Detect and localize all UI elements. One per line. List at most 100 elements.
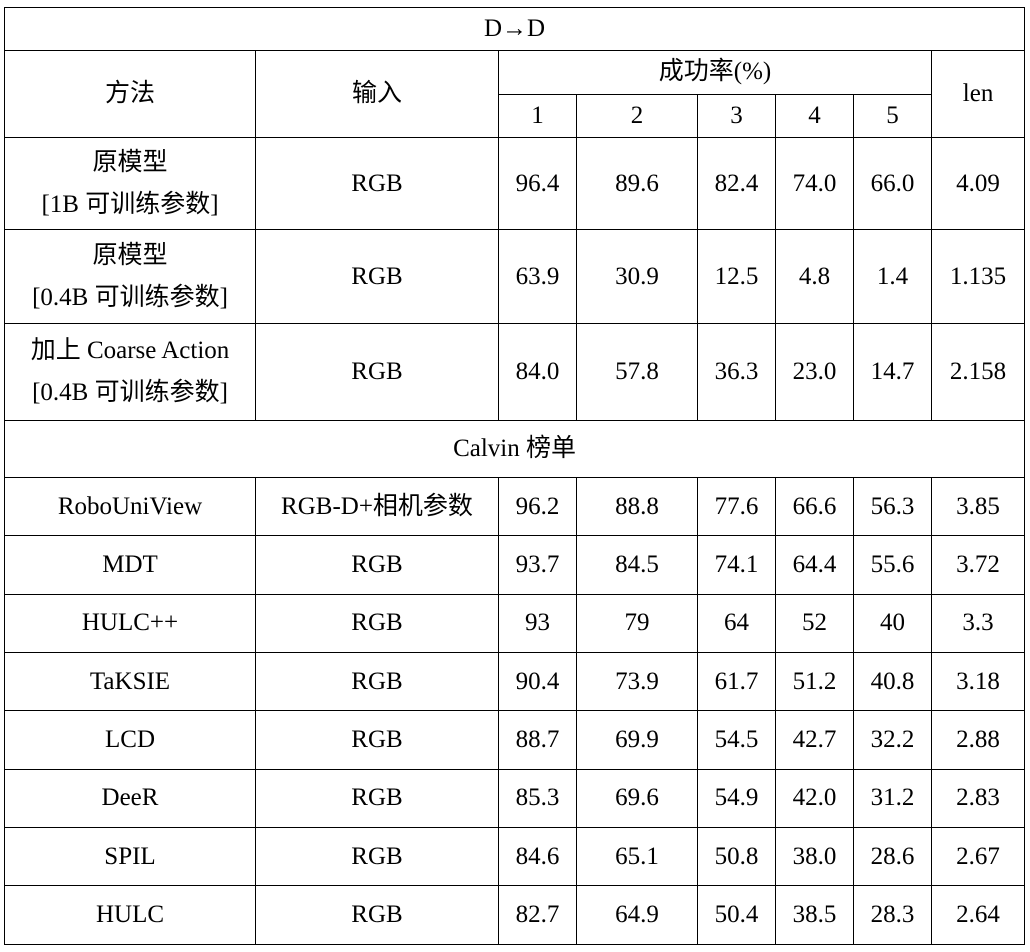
input-cell: RGB: [255, 229, 499, 324]
success-rate-cell: 23.0: [775, 322, 854, 421]
header-step: 4: [775, 93, 854, 138]
method-name: 原模型: [92, 148, 168, 176]
success-rate-cell: 28.3: [853, 885, 932, 945]
success-rate-cell: 4.8: [775, 229, 854, 324]
success-rate-cell: 52: [775, 593, 854, 654]
method-cell: HULC: [4, 885, 256, 945]
success-rate-cell: 1.4: [853, 229, 932, 324]
success-rate-cell: 82.4: [697, 136, 776, 231]
success-rate-cell: 38.5: [775, 885, 854, 945]
success-rate-cell: 74.0: [775, 136, 854, 231]
table-row: DeeR RGB 85.3 69.6 54.9 42.0 31.2 2.83: [4, 768, 1026, 829]
success-rate-cell: 85.3: [498, 768, 577, 829]
len-cell: 2.83: [930, 768, 1026, 829]
success-rate-cell: 74.1: [697, 535, 776, 595]
input-cell: RGB: [255, 652, 499, 712]
success-rate-cell: 50.8: [697, 827, 776, 887]
success-rate-cell: 77.6: [697, 476, 776, 537]
success-rate-cell: 40.8: [853, 652, 932, 712]
success-rate-cell: 42.7: [775, 710, 854, 770]
header-step: 2: [576, 93, 698, 138]
header-success-rate: 成功率(%): [498, 50, 932, 95]
input-cell: RGB: [255, 322, 499, 421]
success-rate-cell: 88.7: [498, 710, 577, 770]
success-rate-cell: 93: [498, 593, 577, 654]
method-name: 原模型: [92, 241, 168, 269]
success-rate-cell: 40: [853, 593, 932, 654]
success-rate-cell: 64.4: [775, 535, 854, 595]
success-rate-cell: 69.9: [576, 710, 698, 770]
input-cell: RGB: [255, 885, 499, 945]
section-title: Calvin 榜单: [3, 419, 1026, 478]
method-cell: HULC++: [4, 593, 256, 654]
success-rate-cell: 57.8: [576, 322, 698, 421]
success-rate-cell: 64.9: [576, 885, 698, 945]
success-rate-cell: 96.4: [498, 136, 577, 231]
table-row: SPIL RGB 84.6 65.1 50.8 38.0 28.6 2.67: [4, 827, 1026, 887]
len-cell: 2.64: [930, 885, 1026, 945]
len-cell: 4.09: [930, 136, 1026, 231]
results-table: D→D 方法 输入 成功率(%) len 1 2 3 4 5 原模型 [1B 可训…: [3, 6, 1026, 945]
success-rate-cell: 38.0: [775, 827, 854, 887]
success-rate-cell: 30.9: [576, 229, 698, 324]
success-rate-cell: 63.9: [498, 229, 577, 324]
method-cell: TaKSIE: [4, 652, 256, 712]
success-rate-cell: 64: [697, 593, 776, 654]
success-rate-cell: 84.0: [498, 322, 577, 421]
method-params: [0.4B 可训练参数]: [32, 283, 228, 311]
table-row: TaKSIE RGB 90.4 73.9 61.7 51.2 40.8 3.18: [4, 652, 1026, 712]
input-cell: RGB: [255, 593, 499, 654]
success-rate-cell: 84.5: [576, 535, 698, 595]
success-rate-cell: 82.7: [498, 885, 577, 945]
success-rate-cell: 66.6: [775, 476, 854, 537]
table-row: HULC RGB 82.7 64.9 50.4 38.5 28.3 2.64: [4, 885, 1026, 945]
success-rate-cell: 54.5: [697, 710, 776, 770]
success-rate-cell: 28.6: [853, 827, 932, 887]
method-cell: SPIL: [4, 827, 256, 887]
method-cell: MDT: [4, 535, 256, 595]
success-rate-cell: 96.2: [498, 476, 577, 537]
len-cell: 1.135: [930, 229, 1026, 324]
len-cell: 2.67: [930, 827, 1026, 887]
success-rate-cell: 89.6: [576, 136, 698, 231]
input-cell: RGB: [255, 710, 499, 770]
method-name: 加上 Coarse Action: [30, 336, 230, 364]
header-step: 3: [697, 93, 776, 138]
header-step: 5: [853, 93, 932, 138]
success-rate-cell: 84.6: [498, 827, 577, 887]
section-row: Calvin 榜单: [3, 419, 1026, 478]
method-cell: RoboUniView: [4, 476, 256, 537]
success-rate-cell: 61.7: [697, 652, 776, 712]
success-rate-cell: 31.2: [853, 768, 932, 829]
table-title: D→D: [3, 6, 1026, 52]
success-rate-cell: 12.5: [697, 229, 776, 324]
method-params: [1B 可训练参数]: [41, 190, 219, 218]
header-method: 方法: [4, 50, 256, 138]
input-cell: RGB: [255, 768, 499, 829]
table-row: RoboUniView RGB-D+相机参数 96.2 88.8 77.6 66.6 56.…: [4, 476, 1026, 537]
header-row-1: 方法 输入 成功率(%) len: [4, 50, 1026, 138]
success-rate-cell: 50.4: [697, 885, 776, 945]
len-cell: 3.18: [930, 652, 1026, 712]
len-cell: 3.85: [930, 476, 1026, 537]
table-row: 加上 Coarse Action [0.4B 可训练参数] RGB 84.0 57.8 3…: [4, 322, 1026, 421]
success-rate-cell: 42.0: [775, 768, 854, 829]
success-rate-cell: 54.9: [697, 768, 776, 829]
input-cell: RGB-D+相机参数: [255, 476, 499, 537]
method-params: [0.4B 可训练参数]: [32, 378, 228, 406]
method-cell: LCD: [4, 710, 256, 770]
success-rate-cell: 79: [576, 593, 698, 654]
table-row: 原模型 [0.4B 可训练参数] RGB 63.9 30.9 12.5 4.8 1.4 1.13…: [4, 229, 1026, 324]
method-cell: 原模型 [0.4B 可训练参数]: [4, 229, 256, 324]
header-len: len: [930, 50, 1026, 138]
len-cell: 3.3: [930, 593, 1026, 654]
input-cell: RGB: [255, 827, 499, 887]
success-rate-cell: 65.1: [576, 827, 698, 887]
header-step: 1: [498, 93, 577, 138]
len-cell: 2.88: [930, 710, 1026, 770]
success-rate-cell: 93.7: [498, 535, 577, 595]
input-cell: RGB: [255, 136, 499, 231]
table-row: 原模型 [1B 可训练参数] RGB 96.4 89.6 82.4 74.0 66.0 4.09: [4, 136, 1026, 231]
table-row: MDT RGB 93.7 84.5 74.1 64.4 55.6 3.72: [4, 535, 1026, 595]
success-rate-cell: 90.4: [498, 652, 577, 712]
